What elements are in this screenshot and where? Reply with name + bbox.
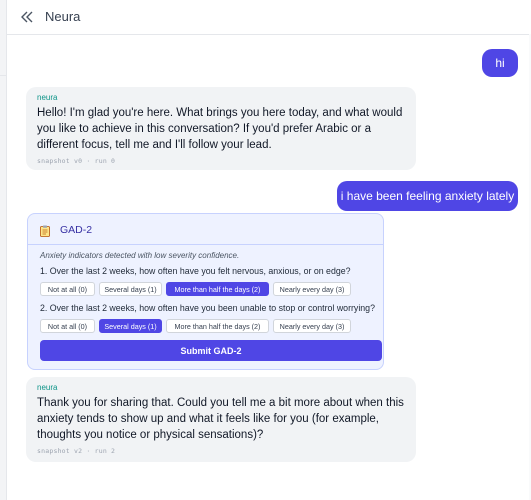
user-message: i have been feeling anxiety lately [337, 181, 518, 211]
gad2-title: GAD-2 [60, 224, 93, 236]
chat-panel: Neura hi neura Hello! I'm glad you're he… [6, 0, 531, 500]
assistant-name: neura [37, 93, 58, 102]
assistant-message-text: Hello! I'm glad you're here. What brings… [37, 107, 403, 151]
q2-option-0[interactable]: Not at all (0) [40, 319, 95, 333]
q1-option-0[interactable]: Not at all (0) [40, 282, 95, 296]
assistant-message-text: Thank you for sharing that. Could you te… [37, 397, 404, 441]
q1-option-3[interactable]: Nearly every day (3) [273, 282, 351, 296]
q1-option-2[interactable]: More than half the days (2) [166, 282, 269, 296]
double-chevron-left-icon[interactable] [20, 10, 34, 24]
message-meta: snapshot v0 · run 0 [37, 157, 116, 165]
submit-gad2-button[interactable]: Submit GAD-2 [40, 340, 382, 361]
message-meta: snapshot v2 · run 2 [37, 447, 116, 455]
divider [28, 244, 383, 245]
assistant-message: neura Thank you for sharing that. Could … [26, 377, 416, 462]
q2-option-2[interactable]: More than half the days (2) [166, 319, 269, 333]
q1-option-1[interactable]: Several days (1) [99, 282, 162, 296]
question-1: 1. Over the last 2 weeks, how often have… [40, 266, 351, 276]
chat-title: Neura [45, 9, 81, 24]
chat-header: Neura [7, 0, 531, 35]
gad2-note: Anxiety indicators detected with low sev… [40, 251, 240, 260]
user-message-text: hi [495, 56, 505, 70]
question-2: 2. Over the last 2 weeks, how often have… [40, 303, 375, 313]
q2-option-3[interactable]: Nearly every day (3) [273, 319, 351, 333]
gad2-form-card: GAD-2 Anxiety indicators detected with l… [27, 213, 384, 370]
clipboard-icon [40, 225, 50, 237]
q2-option-1[interactable]: Several days (1) [99, 319, 162, 333]
user-message-text: i have been feeling anxiety lately [340, 189, 515, 203]
assistant-message: neura Hello! I'm glad you're here. What … [26, 87, 416, 170]
assistant-name: neura [37, 383, 58, 392]
user-message: hi [482, 49, 518, 77]
